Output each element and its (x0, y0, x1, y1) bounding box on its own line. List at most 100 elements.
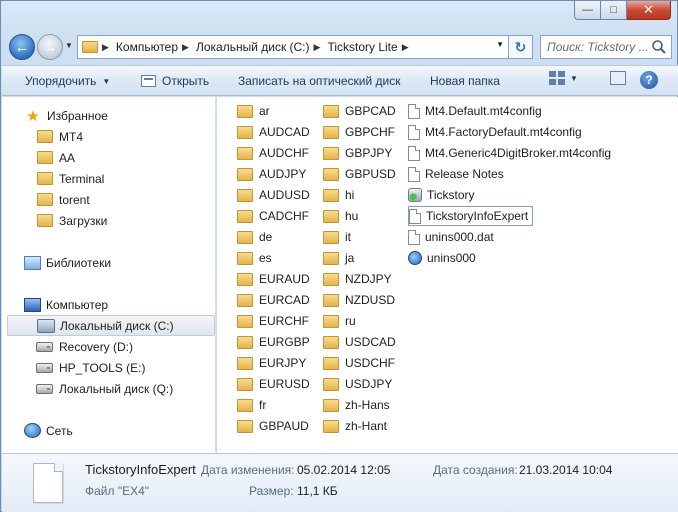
folder-item[interactable]: AUDJPY (237, 164, 306, 184)
close-button[interactable]: ✕ (627, 1, 671, 20)
folder-item[interactable]: AUDCAD (237, 122, 310, 142)
tree-item-drive-c[interactable]: Локальный диск (C:) (7, 315, 215, 336)
folder-item[interactable]: EURJPY (237, 353, 306, 373)
chevron-right-icon[interactable]: ▶ (182, 42, 189, 53)
tree-computer[interactable]: Компьютер (24, 294, 108, 315)
folder-item[interactable]: EURUSD (237, 374, 310, 394)
folder-item[interactable]: es (237, 248, 272, 268)
folder-item[interactable]: NZDJPY (323, 269, 392, 289)
file-item[interactable]: Mt4.FactoryDefault.mt4config (408, 122, 582, 142)
maximize-button[interactable]: □ (601, 1, 627, 20)
folder-icon (237, 146, 253, 160)
chevron-right-icon[interactable]: ▶ (402, 42, 409, 53)
search-input[interactable]: Поиск: Tickstory ... (540, 35, 672, 59)
new-folder-button[interactable]: Новая папка (430, 74, 500, 88)
tree-item-torent[interactable]: torent (37, 189, 90, 210)
folder-item[interactable]: GBPCAD (323, 101, 396, 121)
refresh-button[interactable]: ↻ (509, 35, 533, 59)
tree-network[interactable]: Сеть (24, 420, 73, 441)
forward-button[interactable]: → (37, 34, 63, 60)
burn-button[interactable]: Записать на оптический диск (238, 74, 401, 88)
folder-icon (237, 335, 253, 349)
folder-item[interactable]: it (323, 227, 351, 247)
details-modified-value: 05.02.2014 12:05 (297, 463, 391, 477)
folder-item[interactable]: EURCHF (237, 311, 309, 331)
folder-icon (237, 251, 253, 265)
tree-item-drive-e[interactable]: HP_TOOLS (E:) (36, 357, 145, 378)
chevron-down-icon[interactable]: ▼ (496, 40, 504, 49)
breadcrumb-computer[interactable]: Компьютер (116, 40, 178, 54)
folder-item[interactable]: zh-Hant (323, 416, 387, 436)
folder-icon (323, 167, 339, 181)
folder-item[interactable]: GBPCHF (323, 122, 395, 142)
folder-item[interactable]: GBPJPY (323, 143, 392, 163)
file-item-label: AUDCAD (259, 125, 310, 139)
open-button[interactable]: Открыть (141, 74, 209, 88)
preview-pane-button[interactable] (610, 71, 626, 85)
folder-icon (323, 146, 339, 160)
file-item[interactable]: Mt4.Generic4DigitBroker.mt4config (408, 143, 611, 163)
breadcrumb-tickstory-lite[interactable]: Tickstory Lite (327, 40, 397, 54)
file-item-label: es (259, 251, 272, 265)
tree-libraries[interactable]: Библиотеки (24, 252, 111, 273)
address-bar[interactable]: ▶ Компьютер ▶ Локальный диск (C:) ▶ Tick… (77, 35, 509, 59)
document-icon (408, 124, 420, 140)
folder-icon (37, 172, 53, 185)
folder-item[interactable]: hu (323, 206, 358, 226)
tree-item-mt4[interactable]: MT4 (37, 126, 83, 147)
folder-item[interactable]: GBPUSD (323, 164, 396, 184)
help-button[interactable]: ? (640, 71, 658, 89)
folder-item[interactable]: fr (237, 395, 266, 415)
folder-icon (237, 377, 253, 391)
folder-icon (323, 335, 339, 349)
file-item[interactable]: unins000 (408, 248, 476, 268)
folder-item[interactable]: CADCHF (237, 206, 309, 226)
folder-item[interactable]: ja (323, 248, 354, 268)
breadcrumb-drive-c[interactable]: Локальный диск (C:) (196, 40, 310, 54)
folder-icon (237, 314, 253, 328)
tree-favorites[interactable]: ★ Избранное (24, 105, 108, 126)
folder-item[interactable]: USDCAD (323, 332, 396, 352)
file-item[interactable]: Release Notes (408, 164, 504, 184)
chevron-right-icon[interactable]: ▶ (314, 42, 321, 53)
change-view-button[interactable]: ▼ (549, 71, 578, 85)
folder-item[interactable]: ru (323, 311, 356, 331)
folder-item[interactable]: GBPAUD (237, 416, 309, 436)
folder-item[interactable]: USDJPY (323, 374, 392, 394)
folder-item[interactable]: AUDUSD (237, 185, 310, 205)
file-item[interactable]: Tickstory (408, 185, 475, 205)
network-icon (24, 423, 41, 438)
tree-item-drive-q[interactable]: Локальный диск (Q:) (36, 378, 173, 399)
chevron-right-icon[interactable]: ▶ (102, 42, 109, 53)
details-modified-label: Дата изменения: (201, 463, 295, 477)
organize-button[interactable]: Упорядочить ▼ (25, 74, 110, 88)
folder-item[interactable]: NZDUSD (323, 290, 395, 310)
file-item-label: EURAUD (259, 272, 310, 286)
file-item[interactable]: TickstoryInfoExpert (408, 206, 534, 226)
folder-item[interactable]: AUDCHF (237, 143, 309, 163)
minimize-button[interactable]: — (574, 1, 601, 20)
recent-pages-button[interactable]: ▼ (65, 41, 73, 50)
tree-item-label: torent (59, 192, 90, 207)
tree-item-downloads[interactable]: Загрузки (37, 210, 107, 231)
search-icon[interactable] (651, 39, 667, 55)
back-button[interactable]: ← (9, 34, 35, 60)
folder-item[interactable]: zh-Hans (323, 395, 390, 415)
folder-item[interactable]: hi (323, 185, 354, 205)
file-item[interactable]: unins000.dat (408, 227, 494, 247)
folder-item[interactable]: USDCHF (323, 353, 395, 373)
folder-item[interactable]: de (237, 227, 272, 247)
tree-network-label: Сеть (46, 423, 73, 438)
folder-item[interactable]: ar (237, 101, 270, 121)
tree-item-aa[interactable]: AA (37, 147, 75, 168)
tree-item-terminal[interactable]: Terminal (37, 168, 104, 189)
folder-item[interactable]: EURCAD (237, 290, 310, 310)
folder-icon (237, 125, 253, 139)
file-item[interactable]: Mt4.Default.mt4config (408, 101, 542, 121)
tree-item-drive-d[interactable]: Recovery (D:) (36, 336, 133, 357)
folder-item[interactable]: EURAUD (237, 269, 310, 289)
folder-item[interactable]: EURGBP (237, 332, 310, 352)
folder-icon (237, 188, 253, 202)
file-item-label: unins000 (427, 251, 476, 265)
chevron-down-icon: ▼ (570, 73, 578, 83)
